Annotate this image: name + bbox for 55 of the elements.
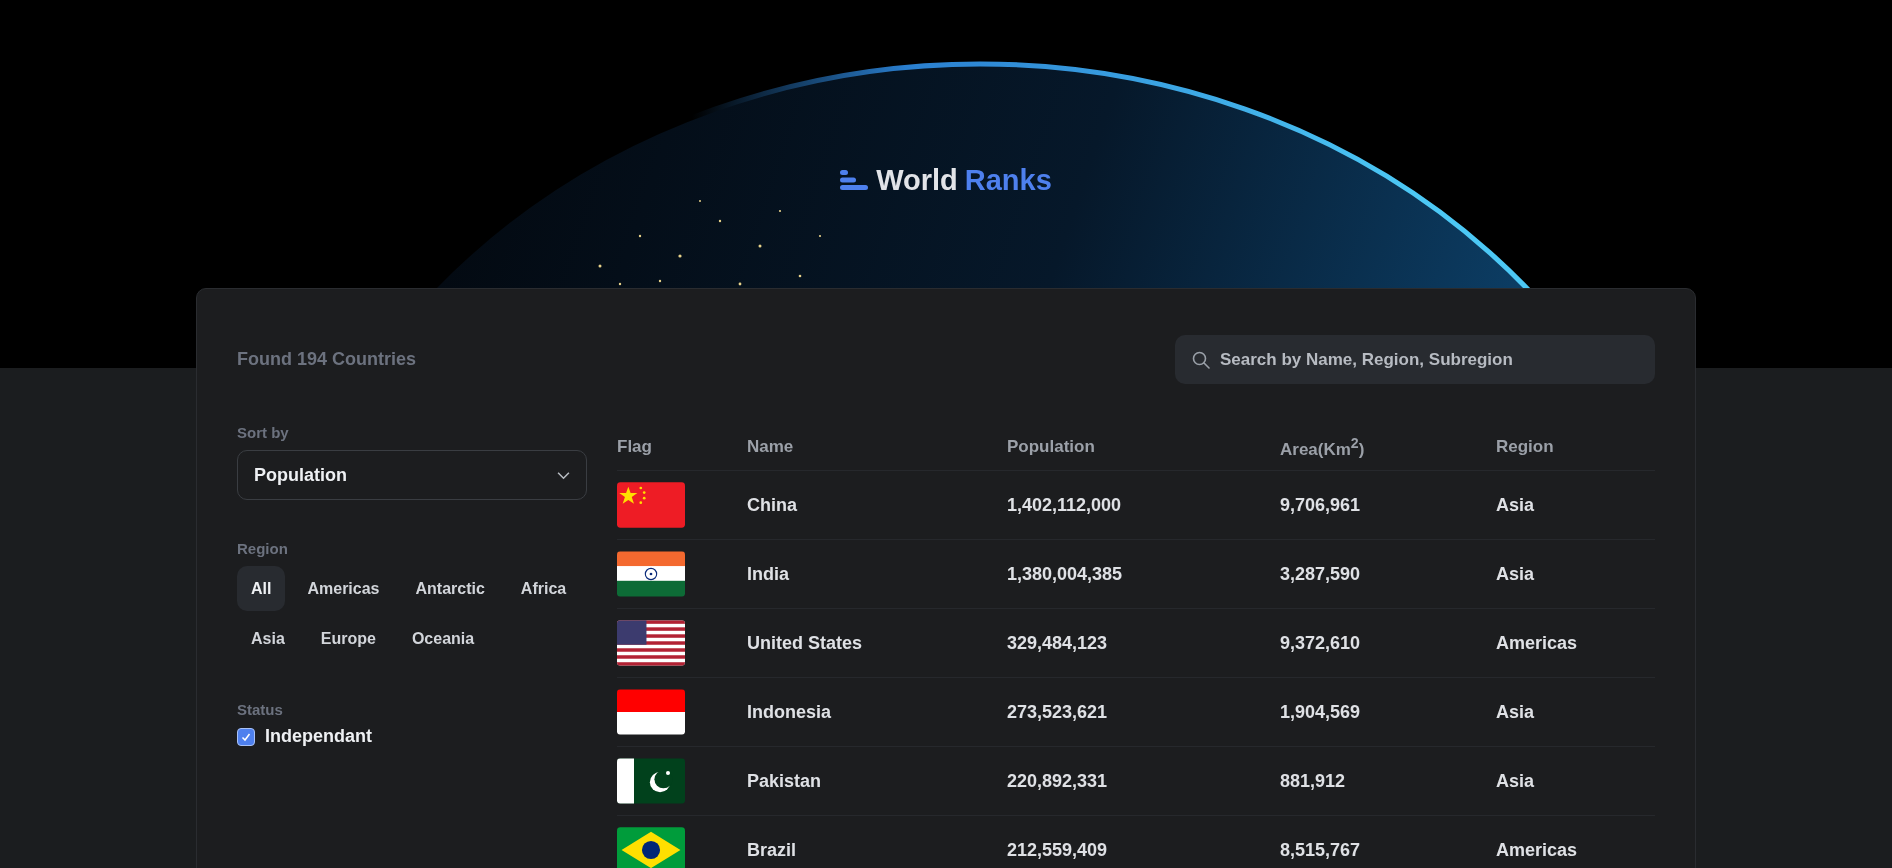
logo-text: World <box>876 163 958 197</box>
population-cell-text: 220,892,331 <box>1007 770 1109 792</box>
region-cell-text: Asia <box>1496 770 1536 792</box>
region-cell-text: Asia <box>1496 701 1536 723</box>
flag-icon <box>617 618 685 668</box>
checkbox-label: Independant <box>265 726 372 747</box>
region-chip[interactable]: Americas <box>293 566 394 611</box>
chevron-down-icon <box>557 470 570 480</box>
region-chip[interactable]: Asia <box>237 616 299 661</box>
country-name: China <box>747 494 798 516</box>
region-chip[interactable]: All <box>237 566 286 611</box>
country-name: Pakistan <box>747 770 823 792</box>
region-chip[interactable]: Oceania <box>397 616 489 661</box>
region-cell-text: Americas <box>1496 839 1579 861</box>
country-name: Brazil <box>747 839 798 861</box>
region-chip[interactable]: Africa <box>506 566 581 611</box>
region-chip[interactable]: Europe <box>306 616 390 661</box>
flag-icon <box>617 756 685 806</box>
sort-label: Sort by <box>237 424 290 441</box>
logo-bars-icon <box>840 170 869 190</box>
population-cell-text: 212,559,409 <box>1007 839 1109 861</box>
area-cell-text: 9,372,610 <box>1280 632 1362 654</box>
search-icon <box>1191 350 1211 370</box>
checkbox[interactable] <box>237 727 255 746</box>
population-cell-text: 1,402,112,000 <box>1007 494 1123 516</box>
country-name: India <box>747 563 790 585</box>
region-cell-text: Asia <box>1496 494 1536 516</box>
flag-icon <box>617 687 685 737</box>
region-label: Region <box>237 540 289 557</box>
population-cell-text: 1,380,004,385 <box>1007 563 1124 585</box>
sort-dropdown[interactable]: Population <box>237 450 587 500</box>
flag-icon <box>617 480 685 530</box>
region-chip[interactable]: Antarctic <box>401 566 499 611</box>
region-cell-text: Americas <box>1496 632 1579 654</box>
area-cell-text: 1,904,569 <box>1280 701 1362 723</box>
column-header: Population <box>1007 437 1096 457</box>
country-name: Indonesia <box>747 701 832 723</box>
area-cell-text: 3,287,590 <box>1280 563 1362 585</box>
area-cell-text: 8,515,767 <box>1280 839 1362 861</box>
column-header: Region <box>1496 437 1555 457</box>
status-label: Status <box>237 701 284 718</box>
search-field[interactable]: Search by Name, Region, Subregion <box>1175 335 1655 384</box>
population-cell-text: 329,484,123 <box>1007 632 1109 654</box>
column-header: Flag <box>617 437 653 457</box>
column-header: Area(Km$^{2}$) <box>1280 434 1366 460</box>
logo-text-accent: Ranks <box>964 163 1052 197</box>
area-cell-text: 9,706,961 <box>1280 494 1362 516</box>
column-header: Name <box>747 437 795 457</box>
population-cell-text: 273,523,621 <box>1007 701 1109 723</box>
flag-icon <box>617 825 685 868</box>
region-cell-text: Asia <box>1496 563 1536 585</box>
area-cell-text: 881,912 <box>1280 770 1347 792</box>
country-name: United States <box>747 632 864 654</box>
flag-icon <box>617 549 685 599</box>
results-count: Found 194 Countries <box>237 349 416 370</box>
